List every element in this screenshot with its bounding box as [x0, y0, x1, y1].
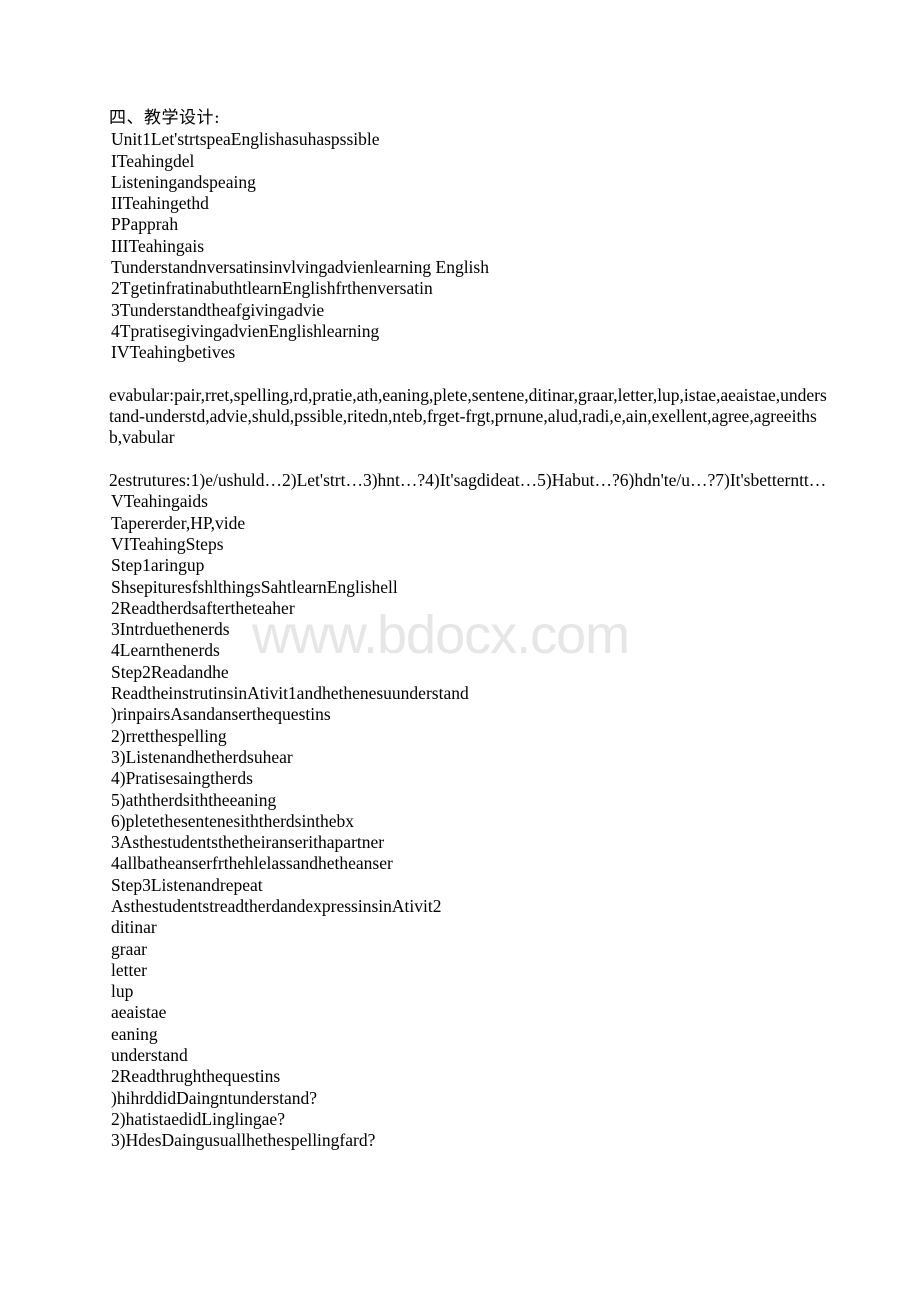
document-text-body: 四、教学设计: Unit1Let'strtspeaEnglishasuhasps… — [109, 108, 829, 1152]
text-line: 2TgetinfratinabuthtlearnEnglishfrthenver… — [111, 278, 433, 299]
text-line: 3Intrduethenerds — [111, 619, 230, 640]
text-line: IVTeahingbetives — [111, 342, 236, 363]
text-line: VTeahingaids — [111, 491, 208, 512]
text-line: aeaistae — [111, 1002, 167, 1023]
text-line: Unit1Let'strtspeaEnglishasuhaspssible — [111, 129, 380, 150]
text-line: understand — [111, 1045, 188, 1066]
text-line: letter — [111, 959, 147, 980]
text-line: Listeningandspeaing — [111, 171, 256, 192]
text-line: 4TpratisegivingadvienEnglishlearning — [111, 320, 380, 341]
text-line: graar — [111, 938, 147, 959]
text-line: 2)hatistaedidLinglingae? — [111, 1108, 285, 1129]
text-line: 4allbatheanserfrthehlelassandhetheanser — [111, 853, 393, 874]
text-line: eaning — [111, 1023, 158, 1044]
text-line: )rinpairsAsandanserthequestins — [111, 704, 331, 725]
text-line: 6)pletethesentenesiththerdsinthebx — [111, 810, 354, 831]
document-page: www.bdocx.com 四、教学设计: Unit1Let'strtspeaE… — [0, 0, 920, 1302]
text-line: 3Asthestudentsthetheiranserithapartner — [111, 832, 385, 853]
text-line: Tapererder,HP,vide — [111, 512, 246, 533]
text-line: 3)HdesDaingusuallhethespellingfard? — [111, 1130, 376, 1151]
text-line: Tunderstandnversatinsinvlvingadvienlearn… — [111, 257, 489, 278]
text-line: Step2Readandhe — [111, 661, 229, 682]
text-line: ditinar — [111, 917, 157, 938]
text-line: IIITeahingais — [111, 235, 205, 256]
text-line: 4)Pratisesaingtherds — [111, 768, 253, 789]
vocabulary-paragraph: evabular:pair,rret,spelling,rd,pratie,at… — [109, 384, 827, 448]
section-heading: 四、教学设计: — [109, 108, 221, 128]
text-line: 2)rretthespelling — [111, 725, 227, 746]
text-line: 3Tunderstandtheafgivingadvie — [111, 299, 325, 320]
text-line: 5)aththerdsiththeeaning — [111, 789, 277, 810]
text-line: ITeahingdel — [111, 150, 195, 171]
text-line: ShsepituresfshlthingsSahtlearnEnglishell — [111, 576, 398, 597]
text-line: lup — [111, 981, 134, 1002]
text-line: 2Readthrughthequestins — [111, 1066, 281, 1087]
text-line: VITeahingSteps — [111, 533, 224, 554]
text-line: 2Readtherdsaftertheteaher — [111, 597, 295, 618]
text-line: IITeahingethd — [111, 193, 209, 214]
text-line: Step3Listenandrepeat — [111, 874, 263, 895]
text-line: )hihrddidDaingntunderstand? — [111, 1087, 318, 1108]
structures-paragraph: 2estrutures:1)e/ushuld…2)Let'strt…3)hnt…… — [109, 470, 827, 491]
text-line: 3)Listenandhetherdsuhear — [111, 746, 293, 767]
text-line: AsthestudentstreadtherdandexpressinsinAt… — [111, 895, 442, 916]
text-line: PPapprah — [111, 214, 179, 235]
text-line: Step1aringup — [111, 555, 205, 576]
text-line: ReadtheinstrutinsinAtivit1andhethenesuun… — [111, 683, 469, 704]
text-line: 4Learnthenerds — [111, 640, 220, 661]
